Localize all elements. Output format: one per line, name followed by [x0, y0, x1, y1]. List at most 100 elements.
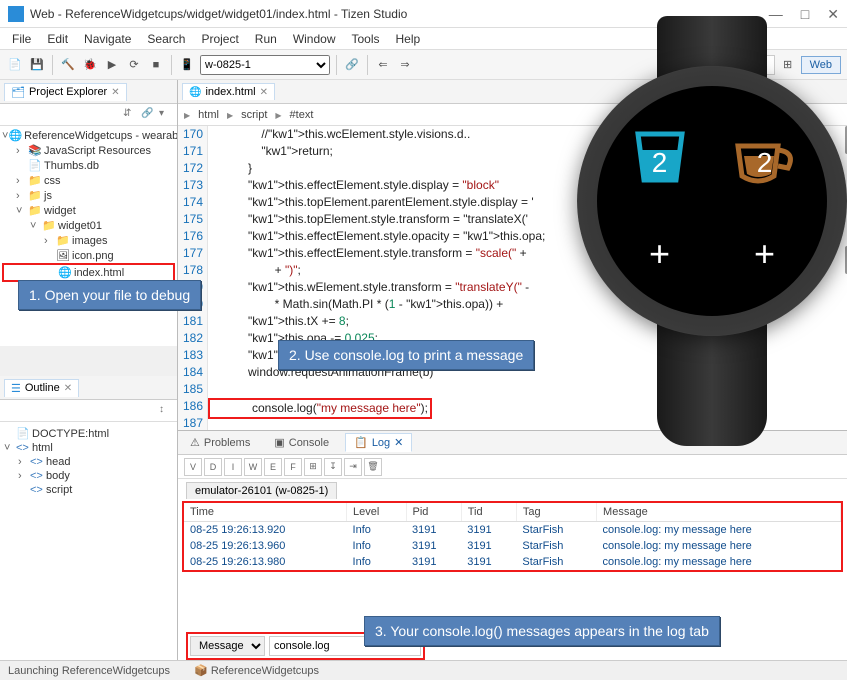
tab-outline[interactable]: ☰ Outline ✕	[4, 379, 79, 397]
nav-fwd-icon[interactable]: ⇒	[396, 56, 414, 74]
collapse-all-icon[interactable]: ⇵	[123, 108, 137, 122]
outline-item[interactable]: ˅<>html	[4, 441, 173, 455]
watch-face[interactable]: 2 2 + +	[597, 86, 827, 316]
coffee-cup[interactable]: 2	[720, 128, 810, 223]
menu-window[interactable]: Window	[285, 32, 344, 46]
log-level-w[interactable]: W	[244, 458, 262, 476]
outline-tree[interactable]: 📄DOCTYPE:html˅<>html›<>head›<>body<>scri…	[0, 422, 177, 660]
col-level[interactable]: Level	[347, 503, 406, 522]
outline-label: Outline	[25, 382, 60, 394]
log-level-v[interactable]: V	[184, 458, 202, 476]
tree-item[interactable]: 🖼icon.png	[2, 248, 175, 263]
col-message[interactable]: Message	[597, 503, 841, 522]
close-icon[interactable]: ✕	[260, 87, 268, 98]
outline-item[interactable]: 📄DOCTYPE:html	[4, 426, 173, 441]
close-icon[interactable]: ✕	[111, 87, 119, 98]
tab-project-explorer[interactable]: 🗂 Project Explorer ✕	[4, 83, 127, 101]
log-tool-icon[interactable]: ⊞	[304, 458, 322, 476]
view-menu-icon[interactable]: ▾	[159, 108, 173, 122]
problems-icon: ⚠	[190, 436, 200, 449]
tree-item[interactable]: ›📁images	[2, 233, 175, 248]
coffee-count: 2	[720, 147, 810, 179]
sort-icon[interactable]: ↕	[159, 404, 173, 418]
watch-emulator: 2 2 + +	[547, 16, 847, 446]
target-selector[interactable]: w-0825-1	[200, 55, 330, 75]
add-coffee-button[interactable]: +	[720, 233, 810, 275]
menu-search[interactable]: Search	[139, 32, 193, 46]
log-row[interactable]: 08-25 19:26:13.960Info31913191StarFishco…	[184, 538, 841, 554]
log-row[interactable]: 08-25 19:26:13.920Info31913191StarFishco…	[184, 522, 841, 539]
log-level-f[interactable]: F	[284, 458, 302, 476]
log-clear-icon[interactable]: 🗑	[364, 458, 382, 476]
log-icon: 📋	[354, 436, 368, 449]
status-left: Launching ReferenceWidgetcups	[8, 665, 170, 677]
tree-item[interactable]: ›📚JavaScript Resources	[2, 143, 175, 158]
water-cup[interactable]: 2	[615, 128, 705, 223]
tab-console[interactable]: ▣Console	[266, 434, 337, 451]
tree-item[interactable]: ˅📁widget	[2, 203, 175, 218]
breadcrumb-item[interactable]: #text	[286, 109, 318, 121]
tab-log[interactable]: 📋Log✕	[345, 433, 412, 452]
log-level-e[interactable]: E	[264, 458, 282, 476]
close-icon[interactable]: ✕	[64, 383, 72, 394]
emulator-tab[interactable]: emulator-26101 (w-0825-1)	[186, 482, 337, 499]
tab-problems[interactable]: ⚠Problems	[182, 434, 258, 451]
stop-icon[interactable]: ■	[147, 56, 165, 74]
menu-file[interactable]: File	[4, 32, 39, 46]
connect-icon[interactable]: 🔗	[343, 56, 361, 74]
device-icon[interactable]: 📱	[178, 56, 196, 74]
add-water-button[interactable]: +	[615, 233, 705, 275]
water-count: 2	[615, 147, 705, 179]
outline-icon: ☰	[11, 382, 21, 395]
tree-item[interactable]: 📄Thumbs.db	[2, 158, 175, 173]
log-row[interactable]: 08-25 19:26:13.980Info31913191StarFishco…	[184, 554, 841, 570]
outline-tabs: ☰ Outline ✕	[0, 376, 177, 400]
log-level-i[interactable]: I	[224, 458, 242, 476]
filter-type-select[interactable]: Message	[190, 636, 265, 656]
menu-navigate[interactable]: Navigate	[76, 32, 139, 46]
tree-root[interactable]: ˅🌐ReferenceWidgetcups - wearable-2...	[2, 128, 175, 143]
statusbar: Launching ReferenceWidgetcups 📦 Referenc…	[0, 660, 847, 680]
outline-item[interactable]: <>script	[4, 483, 173, 497]
col-pid[interactable]: Pid	[406, 503, 461, 522]
menu-tools[interactable]: Tools	[344, 32, 388, 46]
tree-item[interactable]: ›📁js	[2, 188, 175, 203]
callout-3: 3. Your console.log() messages appears i…	[364, 616, 720, 646]
menu-run[interactable]: Run	[247, 32, 285, 46]
tree-item[interactable]: ˅📁widget01	[2, 218, 175, 233]
profile-icon[interactable]: ⟳	[125, 56, 143, 74]
left-panel: 🗂 Project Explorer ✕ ⇵ 🔗 ▾ ˅🌐ReferenceWi…	[0, 80, 178, 660]
log-level-d[interactable]: D	[204, 458, 222, 476]
outline-item[interactable]: ›<>head	[4, 455, 173, 469]
col-tag[interactable]: Tag	[516, 503, 596, 522]
menu-help[interactable]: Help	[388, 32, 429, 46]
chevron-right-icon	[184, 109, 190, 121]
project-tree[interactable]: ˅🌐ReferenceWidgetcups - wearable-2... ›📚…	[0, 126, 177, 346]
col-tid[interactable]: Tid	[461, 503, 516, 522]
tab-index-html[interactable]: index.html ✕	[182, 83, 275, 100]
nav-back-icon[interactable]: ⇐	[374, 56, 392, 74]
debug-icon[interactable]: 🐞	[81, 56, 99, 74]
outline-toolbar: ↕	[0, 400, 177, 422]
menu-project[interactable]: Project	[193, 32, 246, 46]
log-table[interactable]: Time Level Pid Tid Tag Message 08-25 19:…	[178, 501, 847, 632]
new-icon[interactable]: 📄	[6, 56, 24, 74]
html-file-icon	[189, 86, 201, 98]
run-icon[interactable]: ▶	[103, 56, 121, 74]
editor-tab-label: index.html	[205, 86, 255, 98]
line-gutter: 170 171 172 173 174 175 176 177 178 179 …	[178, 126, 208, 430]
menu-edit[interactable]: Edit	[39, 32, 76, 46]
link-editor-icon[interactable]: 🔗	[141, 108, 155, 122]
build-icon[interactable]: 🔨	[59, 56, 77, 74]
log-export-icon[interactable]: ⇥	[344, 458, 362, 476]
save-icon[interactable]: 💾	[28, 56, 46, 74]
breadcrumb-item[interactable]: html	[194, 109, 223, 121]
tree-item[interactable]: ›📁css	[2, 173, 175, 188]
col-time[interactable]: Time	[184, 503, 347, 522]
breadcrumb-item[interactable]: script	[237, 109, 271, 121]
close-icon[interactable]: ✕	[394, 436, 403, 449]
chevron-right-icon	[275, 109, 281, 121]
outline-item[interactable]: ›<>body	[4, 469, 173, 483]
project-explorer-tabs: 🗂 Project Explorer ✕	[0, 80, 177, 104]
log-scroll-icon[interactable]: ↧	[324, 458, 342, 476]
